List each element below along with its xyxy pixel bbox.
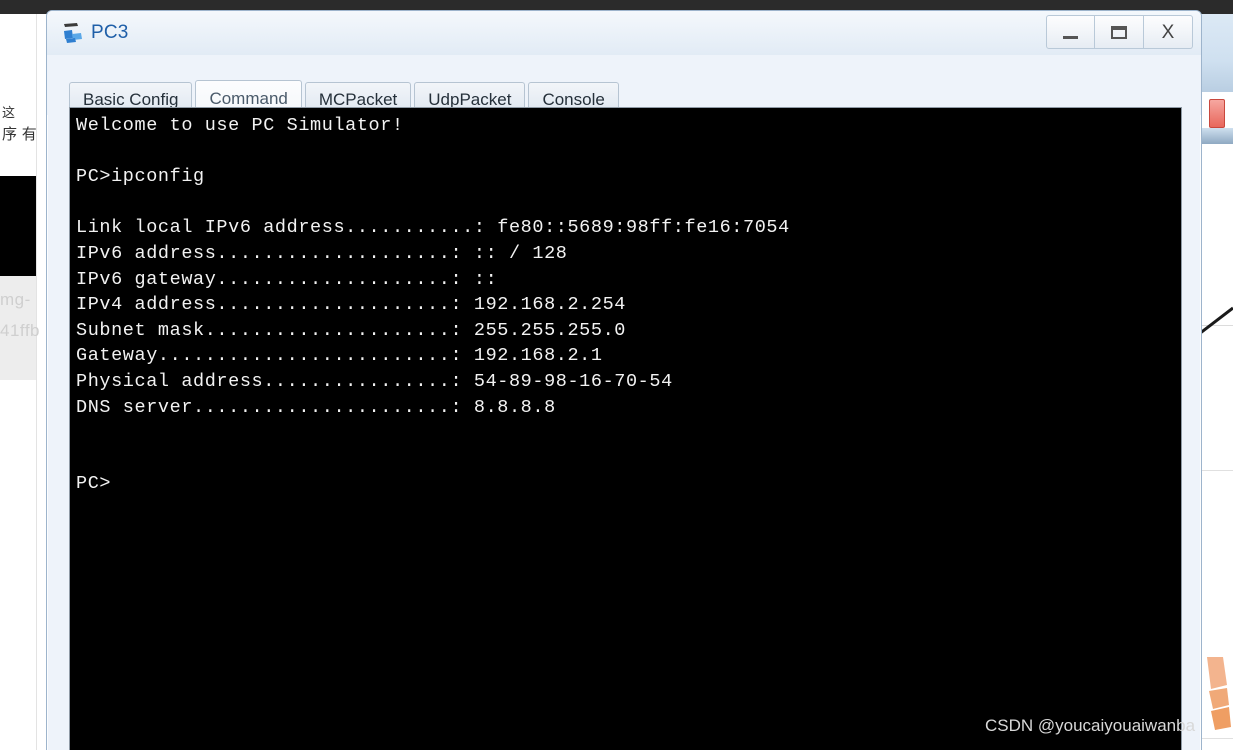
- background-black-block: [0, 176, 36, 276]
- maximize-button[interactable]: [1095, 15, 1144, 49]
- background-gray-text: mg- 41ffb: [0, 284, 40, 346]
- terminal-console[interactable]: Welcome to use PC Simulator! PC>ipconfig…: [69, 107, 1182, 750]
- window-controls: X: [1046, 15, 1193, 49]
- maximize-icon: [1111, 25, 1127, 39]
- background-cjk-line-2: 序 有: [2, 125, 37, 143]
- background-right-band: [1200, 128, 1233, 144]
- terminal-output: Welcome to use PC Simulator! PC>ipconfig…: [76, 115, 790, 495]
- background-cjk-line-1: 这: [2, 106, 16, 121]
- close-button[interactable]: X: [1144, 15, 1193, 49]
- window-titlebar[interactable]: PC3 X: [47, 11, 1201, 56]
- window-title: PC3: [91, 22, 129, 43]
- background-red-button-icon[interactable]: [1209, 99, 1225, 128]
- tab-strip: Basic Config Command MCPacket UdpPacket …: [47, 55, 1201, 117]
- pc-simulator-window: PC3 X Basic Config Command MCPacket UdpP…: [46, 10, 1202, 750]
- background-divider-2: [1200, 470, 1233, 471]
- background-orange-shape: [1201, 655, 1231, 730]
- background-gray-text-line-1: mg-: [0, 290, 31, 309]
- minimize-icon: [1063, 35, 1078, 39]
- background-left-cjk-text: 这 序 有: [2, 104, 38, 144]
- background-divider-3: [1200, 738, 1233, 739]
- screen: 这 序 有 mg- 41ffb PC3 X Basic Config Comma…: [0, 0, 1233, 750]
- watermark-text: CSDN @youcaiyouaiwanba: [985, 716, 1196, 735]
- minimize-button[interactable]: [1046, 15, 1095, 49]
- tab-command-label: Command: [209, 89, 288, 108]
- close-icon: X: [1161, 21, 1175, 43]
- pc-device-icon: [61, 21, 85, 45]
- background-right-panel: [1200, 14, 1233, 92]
- background-diagonal-line: [1199, 300, 1233, 334]
- background-gray-text-line-2: 41ffb: [0, 321, 40, 340]
